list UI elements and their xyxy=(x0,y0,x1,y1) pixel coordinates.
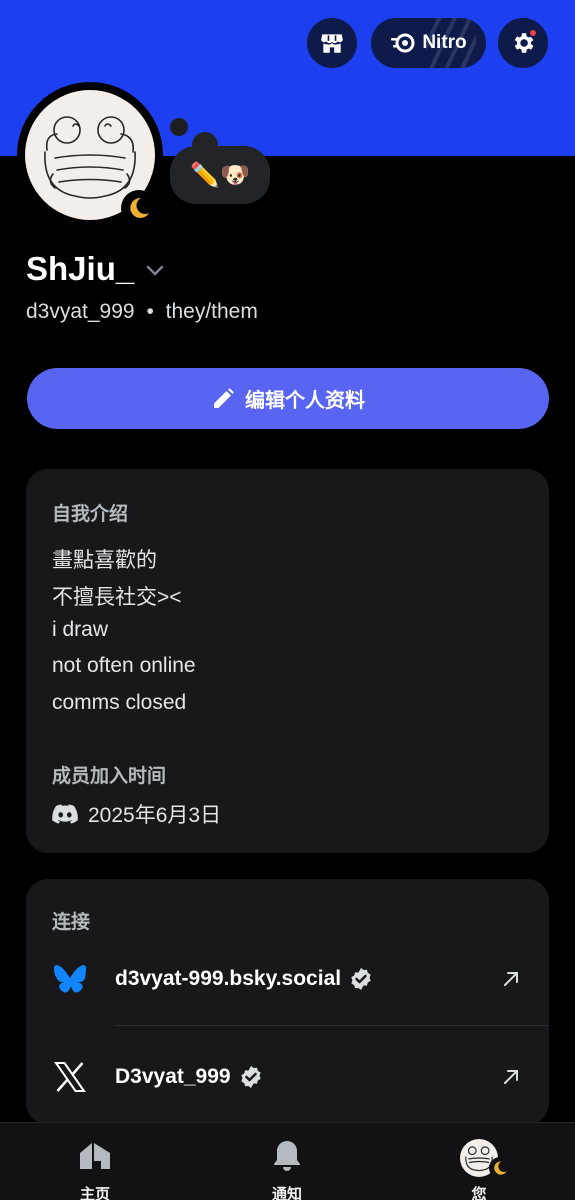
pronouns: they/them xyxy=(165,300,258,323)
chevron-down-icon[interactable] xyxy=(146,265,164,277)
nitro-button[interactable]: Nitro xyxy=(371,18,486,68)
nitro-label: Nitro xyxy=(422,32,467,53)
separator: • xyxy=(146,300,154,323)
settings-button[interactable] xyxy=(498,18,548,68)
bluesky-butterfly-icon xyxy=(52,961,88,997)
connection-name-text: D3vyat_999 xyxy=(115,1065,231,1088)
external-link-arrow-icon[interactable] xyxy=(501,969,521,989)
connection-bluesky[interactable]: d3vyat-999.bsky.social xyxy=(26,949,549,1009)
home-icon xyxy=(80,1143,110,1169)
about-card: 自我介绍 畫點喜歡的 不擅長社交>< i draw not often onli… xyxy=(26,469,549,853)
divider xyxy=(115,1025,549,1026)
display-name-text: ShJiu_ xyxy=(26,250,135,287)
connection-name: D3vyat_999 xyxy=(115,1065,263,1089)
connection-name-text: d3vyat-999.bsky.social xyxy=(115,967,342,990)
connection-name: d3vyat-999.bsky.social xyxy=(115,967,373,991)
external-link-arrow-icon[interactable] xyxy=(501,1067,521,1087)
notification-dot xyxy=(528,28,538,38)
connection-x[interactable]: D3vyat_999 xyxy=(26,1047,549,1107)
nav-home-label: 主页 xyxy=(79,1186,110,1200)
bio-line: 不擅長社交>< xyxy=(52,586,182,609)
nav-you[interactable]: 您 xyxy=(419,1123,539,1200)
nitro-icon xyxy=(391,33,415,53)
about-heading: 自我介绍 xyxy=(52,504,129,525)
discord-icon xyxy=(52,804,78,824)
username-line: d3vyat_999 • they/them xyxy=(26,300,258,324)
verified-badge-icon xyxy=(351,968,371,990)
nav-notifications-label: 通知 xyxy=(271,1186,302,1200)
moon-icon xyxy=(130,197,149,218)
member-since: 2025年6月3日 xyxy=(52,799,221,829)
bio-line: i draw xyxy=(52,618,109,641)
custom-status-bubble[interactable]: ✏️🐶 xyxy=(170,146,270,204)
bio-line: comms closed xyxy=(52,691,187,714)
idle-status-badge xyxy=(121,190,157,226)
idle-status-badge xyxy=(489,1157,511,1179)
edit-profile-button[interactable]: 编辑个人资料 xyxy=(27,368,549,429)
bio-line: 畫點喜歡的 xyxy=(52,549,157,572)
moon-icon xyxy=(494,1161,507,1175)
display-name[interactable]: ShJiu_ xyxy=(26,250,164,288)
x-logo-icon xyxy=(52,1059,88,1095)
shop-icon xyxy=(321,34,343,53)
custom-status-emoji: ✏️🐶 xyxy=(190,161,250,189)
nav-notifications[interactable]: 通知 xyxy=(227,1123,347,1200)
nav-you-label: 您 xyxy=(471,1186,487,1200)
bell-icon xyxy=(274,1141,300,1171)
bio-line: not often online xyxy=(52,654,196,677)
connections-heading: 连接 xyxy=(52,912,91,933)
pencil-icon xyxy=(214,387,234,408)
shop-button[interactable] xyxy=(307,18,357,68)
connections-card: 连接 d3vyat-999.bsky.social D3vyat_999 xyxy=(26,879,549,1125)
username: d3vyat_999 xyxy=(26,300,135,323)
nav-home[interactable]: 主页 xyxy=(35,1123,155,1200)
bottom-nav: 主页 通知 您 xyxy=(0,1122,575,1200)
edit-profile-label: 编辑个人资料 xyxy=(245,390,365,412)
verified-badge-icon xyxy=(240,1066,261,1088)
member-since-heading: 成员加入时间 xyxy=(52,766,167,787)
member-since-date: 2025年6月3日 xyxy=(88,804,222,827)
thought-bubble-dot xyxy=(170,118,188,136)
